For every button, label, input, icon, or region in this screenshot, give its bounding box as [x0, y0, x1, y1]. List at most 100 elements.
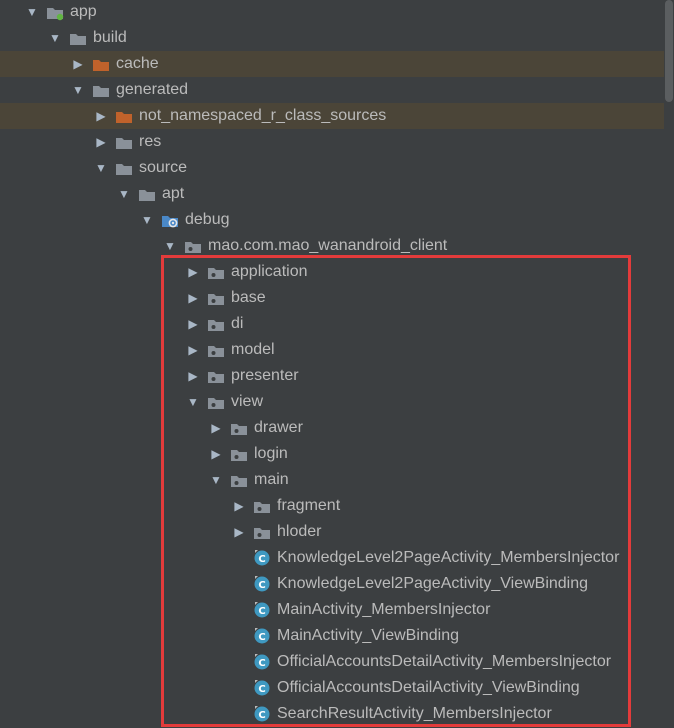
tree-node[interactable]: ▼ app	[0, 0, 664, 25]
tree-node-label: res	[139, 133, 162, 150]
tree-node-label: model	[231, 341, 275, 358]
tree-node[interactable]: ▶ base	[0, 285, 664, 311]
tree-node[interactable]: ▼ generated	[0, 77, 664, 103]
collapsed-arrow-icon[interactable]: ▶	[209, 441, 223, 467]
excluded-folder-icon	[92, 56, 110, 72]
tree-node[interactable]: ▶ di	[0, 311, 664, 337]
class-icon: C	[253, 705, 271, 722]
package-icon	[207, 394, 225, 410]
collapsed-arrow-icon[interactable]: ▶	[186, 285, 200, 311]
tree-node-label: base	[231, 289, 266, 306]
tree-node[interactable]: ▼ view	[0, 389, 664, 415]
tree-node[interactable]: C OfficialAccountsDetailActivity_ViewBind…	[0, 675, 664, 701]
svg-text:C: C	[258, 606, 265, 617]
expanded-arrow-icon[interactable]: ▼	[25, 0, 39, 25]
class-icon: C	[253, 601, 271, 618]
tree-node[interactable]: ▼ apt	[0, 181, 664, 207]
tree-node-label: OfficialAccountsDetailActivity_ViewBindi…	[277, 679, 580, 696]
project-tree-panel: ▼ app ▼ build ▶ cache ▼ generated ▶ not_namespace…	[0, 0, 674, 728]
tree-node-label: view	[231, 393, 264, 410]
expanded-arrow-icon[interactable]: ▼	[186, 389, 200, 415]
folder-icon	[138, 186, 156, 202]
expanded-arrow-icon[interactable]: ▼	[163, 233, 177, 259]
vertical-scrollbar[interactable]	[664, 0, 674, 728]
tree-node[interactable]: C MainActivity_ViewBinding	[0, 623, 664, 649]
tree-node[interactable]: ▼ build	[0, 25, 664, 51]
svg-text:C: C	[258, 684, 265, 695]
expanded-arrow-icon[interactable]: ▼	[48, 25, 62, 51]
collapsed-arrow-icon[interactable]: ▶	[94, 129, 108, 155]
collapsed-arrow-icon[interactable]: ▶	[186, 363, 200, 389]
tree-node-label: not_namespaced_r_class_sources	[139, 107, 387, 124]
svg-text:C: C	[258, 632, 265, 643]
tree-node[interactable]: ▶ cache	[0, 51, 664, 77]
tree-node[interactable]: ▼ debug	[0, 207, 664, 233]
tree-node-label: login	[254, 445, 288, 462]
folder-icon	[69, 30, 87, 46]
collapsed-arrow-icon[interactable]: ▶	[209, 415, 223, 441]
package-icon	[207, 290, 225, 306]
package-icon	[207, 316, 225, 332]
tree-node[interactable]: ▶ fragment	[0, 493, 664, 519]
svg-text:C: C	[258, 554, 265, 565]
collapsed-arrow-icon[interactable]: ▶	[232, 493, 246, 519]
package-icon	[207, 342, 225, 358]
class-icon: C	[253, 653, 271, 670]
collapsed-arrow-icon[interactable]: ▶	[186, 337, 200, 363]
tree-node-label: MainActivity_ViewBinding	[277, 627, 460, 644]
package-icon	[184, 238, 202, 254]
svg-text:C: C	[258, 710, 265, 721]
tree-node-label: mao.com.mao_wanandroid_client	[208, 237, 448, 254]
tree-node[interactable]: C MainActivity_MembersInjector	[0, 597, 664, 623]
class-icon: C	[253, 549, 271, 566]
package-icon	[230, 472, 248, 488]
tree-node-label: MainActivity_MembersInjector	[277, 601, 491, 618]
class-icon: C	[253, 627, 271, 644]
tree-node-label: build	[93, 29, 127, 46]
tree-node[interactable]: ▼ source	[0, 155, 664, 181]
class-icon: C	[253, 679, 271, 696]
collapsed-arrow-icon[interactable]: ▶	[232, 519, 246, 545]
tree-node[interactable]: ▶ drawer	[0, 415, 664, 441]
tree-node[interactable]: C KnowledgeLevel2PageActivity_ViewBinding	[0, 571, 664, 597]
tree-node-label: application	[231, 263, 308, 280]
collapsed-arrow-icon[interactable]: ▶	[186, 259, 200, 285]
tree-node[interactable]: ▶ presenter	[0, 363, 664, 389]
tree-node[interactable]: ▼ mao.com.mao_wanandroid_client	[0, 233, 664, 259]
expanded-arrow-icon[interactable]: ▼	[94, 155, 108, 181]
tree-node-label: KnowledgeLevel2PageActivity_MembersInjec…	[277, 549, 620, 566]
tree-node-label: apt	[162, 185, 185, 202]
tree-node-label: cache	[116, 55, 159, 72]
tree-node[interactable]: ▶ not_namespaced_r_class_sources	[0, 103, 664, 129]
package-icon	[253, 524, 271, 540]
scrollbar-thumb[interactable]	[665, 0, 673, 102]
tree-node[interactable]: C SearchResultActivity_MembersInjector	[0, 701, 664, 727]
package-icon	[230, 446, 248, 462]
collapsed-arrow-icon[interactable]: ▶	[71, 51, 85, 77]
folder-icon	[92, 82, 110, 98]
tree-node[interactable]: ▶ login	[0, 441, 664, 467]
folder-icon	[115, 160, 133, 176]
collapsed-arrow-icon[interactable]: ▶	[186, 311, 200, 337]
expanded-arrow-icon[interactable]: ▼	[140, 207, 154, 233]
tree-node-label: presenter	[231, 367, 299, 384]
tree-node-label: drawer	[254, 419, 303, 436]
tree-node[interactable]: ▶ res	[0, 129, 664, 155]
expanded-arrow-icon[interactable]: ▼	[209, 467, 223, 493]
collapsed-arrow-icon[interactable]: ▶	[94, 103, 108, 129]
tree-node[interactable]: ▶ model	[0, 337, 664, 363]
tree-node-label: app	[70, 3, 97, 20]
tree-node[interactable]: C KnowledgeLevel2PageActivity_MembersInje…	[0, 545, 664, 571]
tree-node[interactable]: ▼ main	[0, 467, 664, 493]
package-icon	[253, 498, 271, 514]
excluded-folder-icon	[115, 108, 133, 124]
tree-node[interactable]: C OfficialAccountsDetailActivity_MembersI…	[0, 649, 664, 675]
expanded-arrow-icon[interactable]: ▼	[117, 181, 131, 207]
expanded-arrow-icon[interactable]: ▼	[71, 77, 85, 103]
class-icon: C	[253, 575, 271, 592]
tree-node[interactable]: ▶ application	[0, 259, 664, 285]
tree-node[interactable]: ▶ hloder	[0, 519, 664, 545]
tree-node-label: hloder	[277, 523, 322, 540]
svg-text:C: C	[258, 580, 265, 591]
tree-node-label: di	[231, 315, 244, 332]
